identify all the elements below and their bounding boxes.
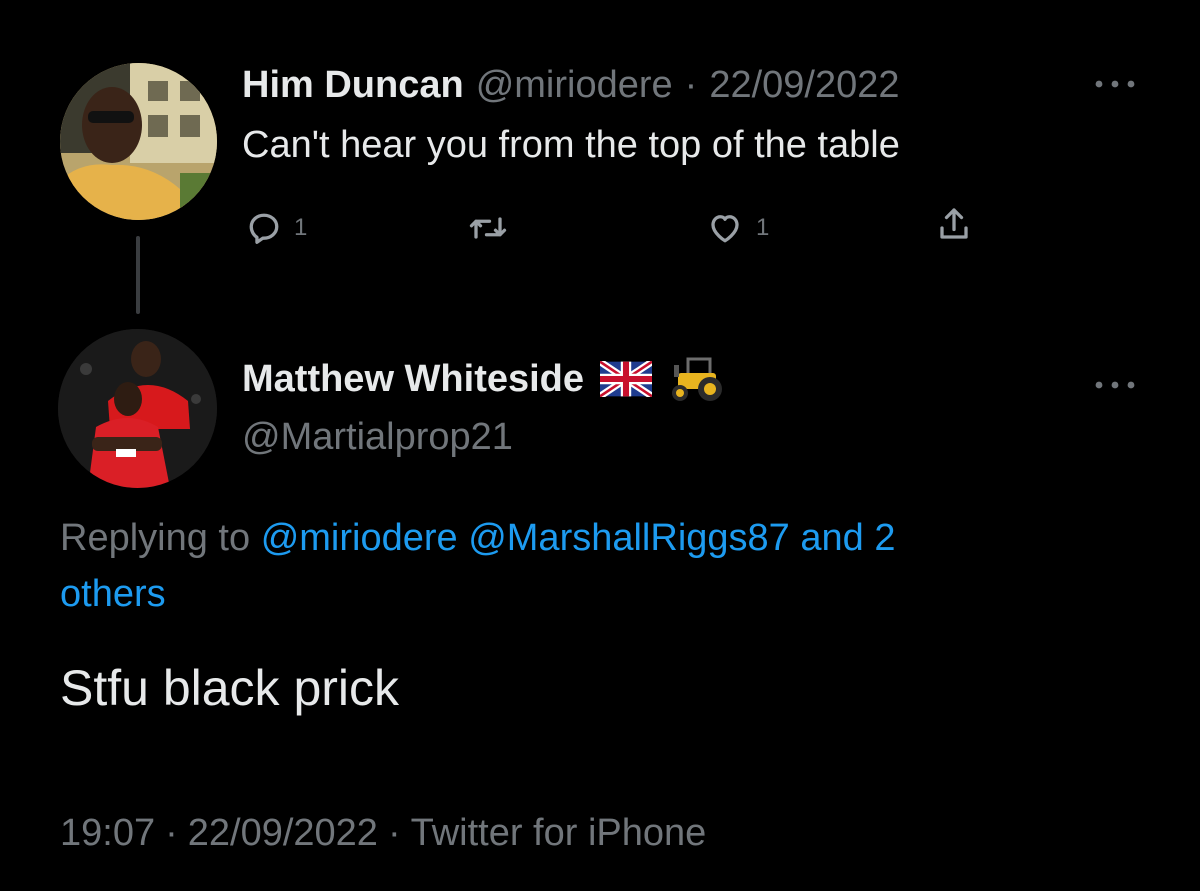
- uk-flag-icon: [600, 361, 653, 397]
- parent-display-name[interactable]: Him Duncan: [242, 64, 464, 107]
- reply-more-button[interactable]: [1093, 371, 1137, 399]
- reply-time[interactable]: 19:07: [60, 812, 155, 855]
- reply-handle[interactable]: @Martialprop21: [242, 416, 513, 459]
- meta-separator-2: ·: [387, 812, 401, 854]
- replying-targets-link[interactable]: @miriodere @MarshallRiggs87: [261, 517, 790, 559]
- parent-handle[interactable]: @miriodere: [476, 64, 673, 107]
- parent-date[interactable]: 22/09/2022: [709, 64, 899, 107]
- parent-more-button[interactable]: [1093, 70, 1137, 98]
- parent-tweet-header: Him Duncan @miriodere · 22/09/2022: [242, 64, 900, 107]
- retweet-icon: [469, 217, 507, 239]
- reply-tweet-text: Stfu black prick: [60, 660, 400, 716]
- retweet-action[interactable]: [468, 210, 520, 246]
- more-dots-icon: [1095, 80, 1135, 88]
- heart-icon: [711, 215, 739, 243]
- reply-count: 1: [294, 214, 308, 241]
- reply-action[interactable]: 1: [246, 210, 307, 246]
- replying-to-line: Replying to @miriodere @MarshallRiggs87 …: [60, 510, 1120, 622]
- reply-meta: 19:07 · 22/09/2022 · Twitter for iPhone: [60, 812, 706, 855]
- reply-date[interactable]: 22/09/2022: [188, 812, 378, 855]
- tractor-icon: [672, 357, 723, 401]
- avatar-image: [58, 329, 217, 488]
- share-icon: [940, 208, 968, 239]
- like-count: 1: [756, 214, 770, 241]
- meta-separator-1: ·: [165, 812, 178, 854]
- replying-prefix: Replying to: [60, 517, 251, 559]
- reply-display-name[interactable]: Matthew Whiteside: [242, 358, 584, 401]
- reply-source-link[interactable]: Twitter for iPhone: [411, 812, 707, 855]
- avatar-him-duncan[interactable]: [60, 63, 217, 220]
- replying-and[interactable]: and 2: [800, 517, 895, 559]
- reply-tweet-header: Matthew Whiteside: [242, 355, 726, 403]
- parent-tweet-text: Can't hear you from the top of the table: [242, 124, 900, 166]
- more-dots-icon: [1095, 381, 1135, 389]
- like-action[interactable]: 1: [706, 210, 769, 246]
- reply-icon: [249, 213, 279, 244]
- parent-separator: ·: [684, 64, 698, 106]
- thread-connector-line: [136, 236, 140, 314]
- avatar-matthew-whiteside[interactable]: [58, 329, 217, 488]
- avatar-image: [60, 63, 217, 220]
- replying-others-link[interactable]: others: [60, 573, 166, 615]
- share-action[interactable]: [936, 205, 972, 245]
